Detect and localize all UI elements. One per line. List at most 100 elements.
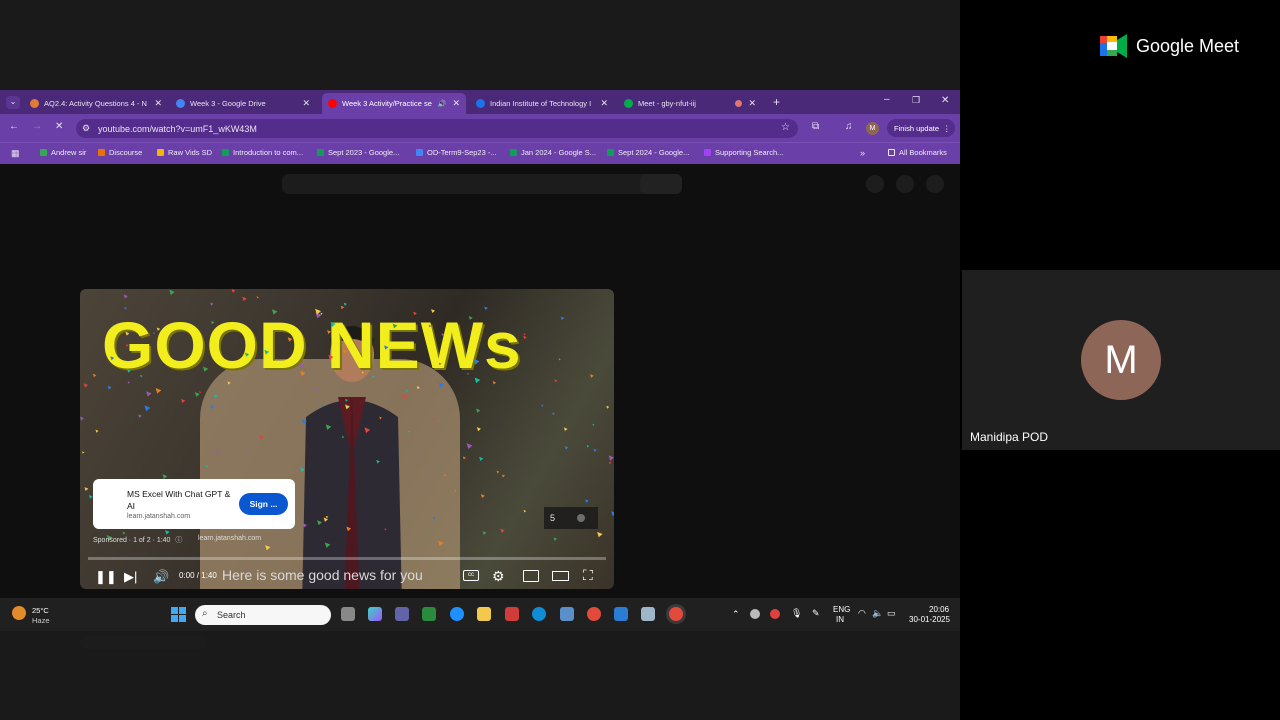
apps-grid-icon[interactable]: ▦ — [11, 149, 20, 158]
browser-tab[interactable]: Week 3 Activity/Practice se 🔊 ✕ — [322, 93, 466, 114]
clock-date[interactable]: 30-01-2025 — [909, 615, 950, 624]
weather-icon[interactable] — [12, 606, 26, 620]
bookmark-item[interactable]: Sept 2024 - Google... — [607, 148, 689, 157]
confetti-piece — [482, 531, 487, 536]
restore-icon[interactable]: ❐ — [912, 96, 920, 105]
confetti-piece — [384, 345, 389, 350]
confetti-piece — [146, 391, 152, 397]
bookmark-item[interactable]: OD-Term9-Sep23 -... — [416, 148, 497, 157]
bookmark-item[interactable]: Introduction to com... — [222, 148, 303, 157]
bookmark-label: Discourse — [109, 148, 143, 157]
ad-sign-up-button[interactable]: Sign ... — [239, 493, 288, 515]
tab-close-icon[interactable]: ✕ — [600, 98, 608, 109]
volume-icon[interactable]: 🔊 — [153, 569, 169, 585]
bookmark-item[interactable]: Supporting Search... — [704, 148, 783, 157]
browser-tab[interactable]: Week 3 - Google Drive ✕ — [170, 93, 316, 114]
confetti-piece — [324, 542, 331, 548]
profile-avatar[interactable]: M — [866, 122, 879, 135]
next-icon[interactable]: ▶| — [124, 569, 137, 585]
edge-dev-icon[interactable] — [450, 607, 464, 621]
confetti-piece — [428, 324, 432, 328]
tab-close-icon[interactable]: ✕ — [302, 98, 310, 109]
address-bar[interactable]: ⚙ youtube.com/watch?v=umF1_wKW43M ☆ — [76, 119, 798, 138]
teams-icon[interactable] — [395, 607, 409, 621]
bookmark-item[interactable]: Sept 2023 - Google... — [317, 148, 399, 157]
bookmark-star-icon[interactable]: ☆ — [781, 122, 790, 133]
new-tab-icon[interactable]: + — [773, 96, 780, 108]
speaker-icon[interactable]: 🔈 — [872, 608, 883, 619]
participant-tile[interactable]: M Manidipa POD — [962, 270, 1280, 450]
tray-app-icon[interactable] — [750, 609, 760, 619]
tab-close-icon[interactable]: ✕ — [452, 98, 460, 109]
video-progress-bar[interactable] — [88, 557, 606, 560]
action-skeleton — [522, 637, 534, 649]
notepad-icon[interactable] — [614, 607, 628, 621]
all-bookmarks[interactable]: All Bookmarks — [888, 148, 947, 157]
confetti-piece — [590, 374, 594, 378]
back-icon[interactable]: ← — [9, 122, 19, 132]
theater-mode-icon[interactable] — [552, 571, 569, 581]
miniplayer-icon[interactable] — [523, 570, 539, 582]
action-skeleton — [572, 637, 584, 649]
fullscreen-icon[interactable]: ⛶ — [583, 567, 593, 584]
taskbar-search[interactable]: ⌕ Search — [195, 605, 331, 625]
more-menu-icon[interactable]: ⋮ — [943, 124, 951, 133]
language-bottom[interactable]: IN — [836, 615, 844, 624]
bookmark-favicon-icon — [98, 149, 105, 156]
tab-search-icon[interactable]: ⌄ — [6, 96, 20, 109]
edge-icon[interactable] — [532, 607, 546, 621]
windows-start-icon[interactable] — [171, 607, 186, 622]
copilot-icon[interactable] — [368, 607, 382, 621]
bookmark-favicon-icon — [317, 149, 324, 156]
info-icon[interactable]: ⓘ — [175, 537, 182, 544]
file-explorer-icon[interactable] — [477, 607, 491, 621]
mcafee-icon[interactable] — [505, 607, 519, 621]
settings-gear-icon[interactable]: ⚙ — [492, 568, 505, 585]
confetti-piece — [501, 474, 506, 478]
more-bookmarks-icon[interactable]: » — [860, 149, 865, 158]
tab-title: Week 3 Activity/Practice se — [342, 99, 432, 108]
confetti-piece — [345, 398, 348, 402]
media-icon[interactable]: ♫ — [845, 122, 853, 132]
video-player[interactable]: GOOD NEWs MS Excel With Chat GPT & AI le… — [80, 289, 614, 589]
pause-icon[interactable]: ❚❚ — [95, 569, 117, 585]
tray-app-icon[interactable] — [770, 609, 780, 619]
sponsored-domain[interactable]: learn.jatanshah.com — [198, 535, 261, 542]
site-info-icon[interactable]: ⚙ — [82, 123, 90, 134]
clock-time[interactable]: 20:06 — [929, 605, 949, 614]
confetti-piece — [431, 309, 436, 314]
captions-icon[interactable]: cc — [463, 570, 479, 581]
forward-icon[interactable]: → — [32, 122, 42, 132]
battery-icon[interactable]: ▭ — [887, 608, 896, 619]
tab-audio-icon[interactable]: 🔊 — [438, 100, 447, 108]
postgres-icon[interactable] — [560, 607, 574, 621]
search-icon: ⌕ — [202, 608, 208, 619]
bookmark-item[interactable]: Raw Vids SD — [157, 148, 212, 157]
snipping-tool-icon[interactable] — [641, 607, 655, 621]
store-icon[interactable] — [422, 607, 436, 621]
minimize-icon[interactable]: – — [884, 95, 890, 105]
chrome-active-icon[interactable] — [669, 607, 683, 621]
tab-close-icon[interactable]: ✕ — [748, 98, 756, 109]
bookmark-item[interactable]: Andrew sir — [40, 148, 86, 157]
task-view-icon[interactable] — [341, 607, 355, 621]
finish-update-button[interactable]: Finish update ⋮ — [887, 119, 955, 137]
browser-tab[interactable]: AQ2.4: Activity Questions 4 - N ✕ — [24, 93, 168, 114]
browser-tab[interactable]: Indian Institute of Technology I ✕ — [470, 93, 614, 114]
ad-card[interactable]: MS Excel With Chat GPT & AI learn.jatans… — [93, 479, 295, 529]
tab-close-icon[interactable]: ✕ — [154, 98, 162, 109]
tray-overflow-icon[interactable]: ⌃ — [732, 609, 740, 620]
confetti-piece — [325, 424, 332, 430]
chrome-icon[interactable] — [587, 607, 601, 621]
microphone-icon[interactable]: 🎙 — [791, 608, 802, 619]
bookmark-item[interactable]: Jan 2024 - Google S... — [510, 148, 596, 157]
wifi-icon[interactable]: ◠ — [858, 608, 866, 619]
language-top[interactable]: ENG — [833, 605, 850, 614]
browser-tab[interactable]: Meet - gby-nfut-iij ✕ — [618, 93, 762, 114]
extensions-icon[interactable]: ⧉ — [812, 122, 819, 132]
bookmark-item[interactable]: Discourse — [98, 148, 142, 157]
close-window-icon[interactable]: ✕ — [941, 96, 949, 106]
stop-loading-icon[interactable]: ✕ — [55, 122, 63, 132]
pen-icon[interactable]: ✎ — [812, 608, 820, 619]
browser-window: ⌄ AQ2.4: Activity Questions 4 - N ✕ Week 3… — [0, 90, 960, 649]
